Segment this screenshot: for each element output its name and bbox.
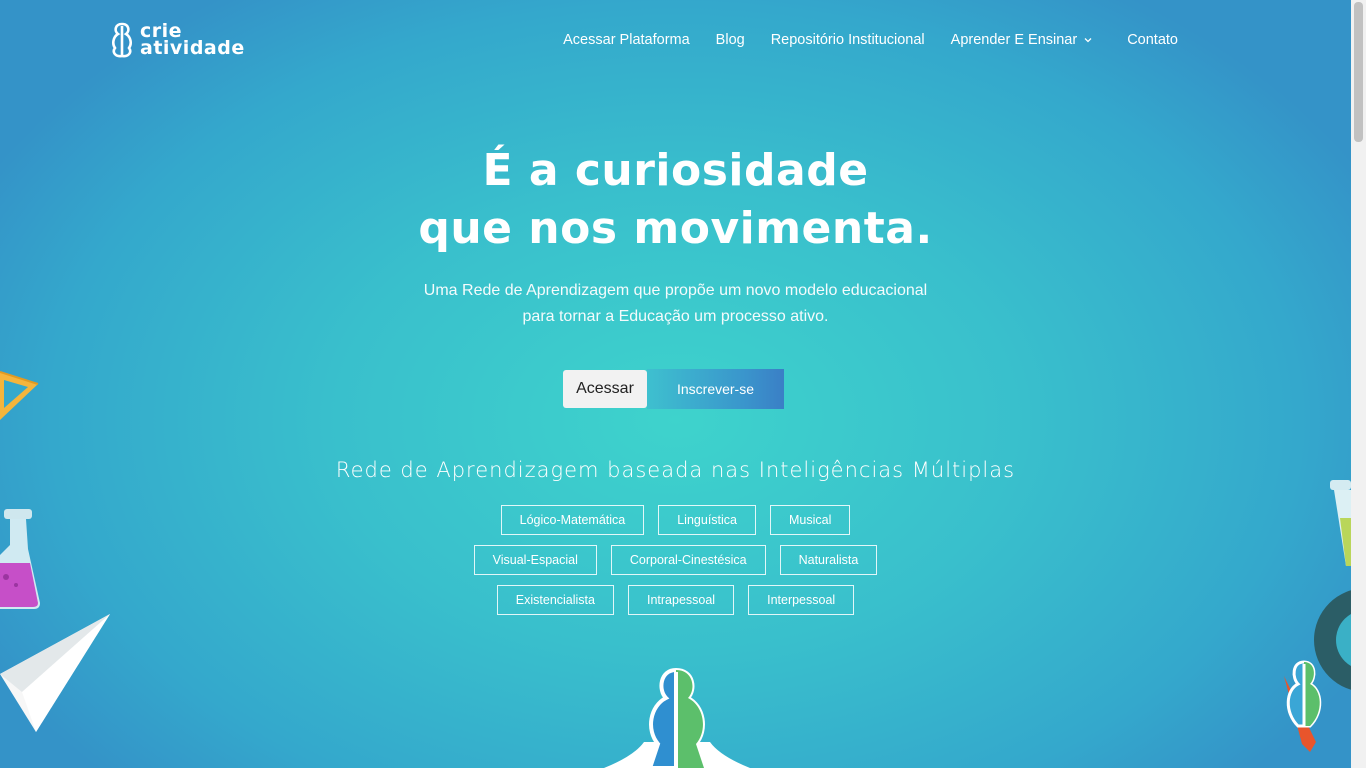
nav-blog[interactable]: Blog bbox=[716, 32, 745, 48]
signup-button[interactable]: Inscrever-se bbox=[647, 369, 784, 409]
nav-aprender-ensinar-label: Aprender E Ensinar bbox=[950, 32, 1078, 48]
hero-title-line-1: É a curiosidade bbox=[482, 145, 869, 196]
hero-title-line-2: que nos movimenta. bbox=[418, 203, 933, 254]
brand-mascot-icon bbox=[604, 667, 750, 768]
nav-aprender-ensinar[interactable]: Aprender E Ensinar bbox=[951, 32, 1094, 48]
access-button[interactable]: Acessar bbox=[563, 370, 647, 408]
nav-contato[interactable]: Contato bbox=[1127, 32, 1178, 48]
tag-row-2: Visual-Espacial Corporal-Cinestésica Nat… bbox=[0, 545, 1351, 575]
mascot-rocket-icon[interactable] bbox=[1276, 656, 1332, 756]
page-scrollbar[interactable] bbox=[1351, 0, 1366, 768]
paper-plane-icon bbox=[0, 614, 110, 732]
tag-naturalista[interactable]: Naturalista bbox=[779, 545, 878, 575]
main-nav: Acessar Plataforma Blog Repositório Inst… bbox=[563, 32, 1178, 48]
intelligences-title: Rede de Aprendizagem baseada nas Intelig… bbox=[335, 458, 1016, 482]
tag-intrapessoal[interactable]: Intrapessoal bbox=[627, 585, 735, 615]
tag-corporal-cinestesica[interactable]: Corporal-Cinestésica bbox=[610, 545, 766, 575]
tag-musical[interactable]: Musical bbox=[770, 505, 851, 535]
page: crie atividade Acessar Plataforma Blog R… bbox=[0, 0, 1351, 768]
tag-row-3: Existencialista Intrapessoal Interpessoa… bbox=[0, 585, 1351, 615]
chevron-down-icon bbox=[1084, 38, 1092, 43]
tag-interpessoal[interactable]: Interpessoal bbox=[748, 585, 855, 615]
tag-visual-espacial[interactable]: Visual-Espacial bbox=[473, 545, 597, 575]
brand-logo[interactable]: crie atividade bbox=[110, 22, 245, 58]
brand-logo-icon bbox=[112, 22, 132, 58]
tag-logico-matematica[interactable]: Lógico-Matemática bbox=[500, 505, 645, 535]
test-tube-icon bbox=[1330, 480, 1351, 566]
nav-repositorio[interactable]: Repositório Institucional bbox=[771, 32, 925, 48]
protractor-icon bbox=[0, 371, 39, 420]
tag-row-1: Lógico-Matemática Linguística Musical bbox=[0, 505, 1351, 535]
tag-existencialista[interactable]: Existencialista bbox=[496, 585, 614, 615]
tag-linguistica[interactable]: Linguística bbox=[658, 505, 756, 535]
hero-subtitle-line-2: para tornar a Educação um processo ativo… bbox=[522, 308, 829, 325]
flask-icon bbox=[0, 509, 40, 609]
hero-subtitle-line-1: Uma Rede de Aprendizagem que propõe um n… bbox=[423, 282, 928, 299]
hero-buttons: Acessar Inscrever-se bbox=[563, 369, 784, 409]
brand-line-2: atividade bbox=[140, 37, 245, 59]
hero-subtitle: Uma Rede de Aprendizagem que propõe um n… bbox=[0, 278, 1351, 330]
nav-acessar-plataforma[interactable]: Acessar Plataforma bbox=[563, 32, 690, 48]
scrollbar-thumb[interactable] bbox=[1354, 2, 1363, 142]
brand-name: crie atividade bbox=[140, 22, 245, 59]
hero-title: É a curiosidade que nos movimenta. bbox=[0, 142, 1351, 258]
